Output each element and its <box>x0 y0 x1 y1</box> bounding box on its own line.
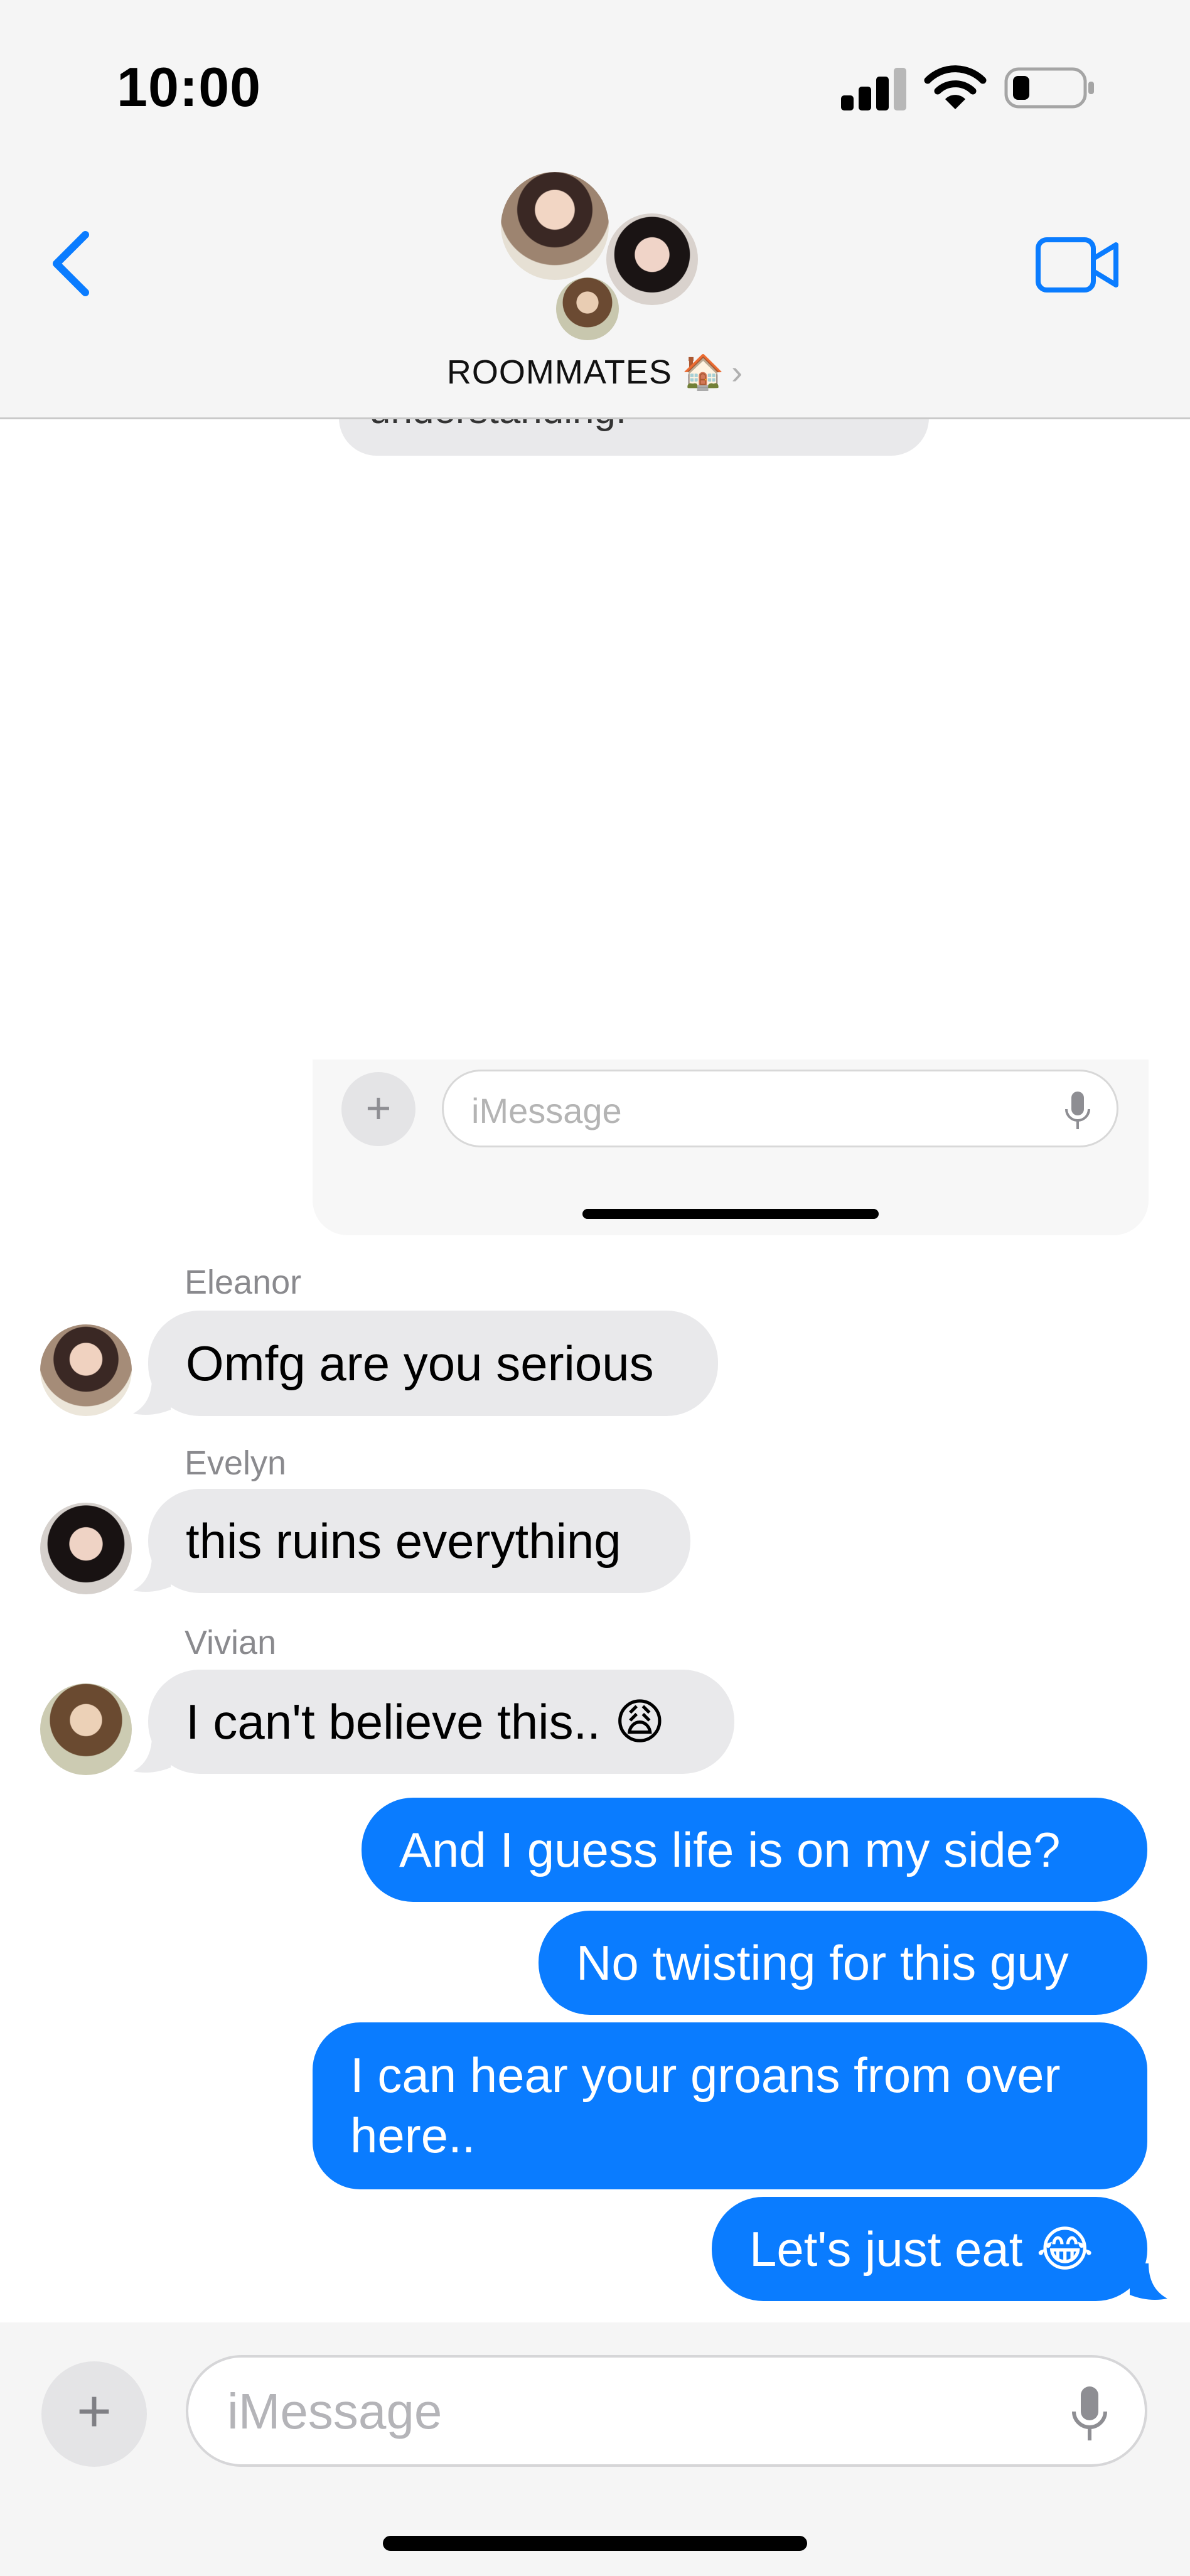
message-text: Omfg are you serious <box>186 1336 654 1391</box>
message-text: Let's just eat 😂 <box>749 2221 1094 2277</box>
message-input[interactable]: iMessage <box>186 2355 1147 2467</box>
microphone-icon <box>1065 1092 1090 1129</box>
group-name-label: ROOMMATES 🏠 <box>446 353 726 391</box>
back-chevron-icon[interactable] <box>44 226 100 301</box>
message-bubble-outgoing[interactable]: No twisting for this guy <box>539 1911 1147 2015</box>
avatar[interactable] <box>40 1683 132 1775</box>
sender-name: Evelyn <box>185 1444 287 1482</box>
message-composer: + iMessage <box>0 2322 1190 2576</box>
sender-name: Eleanor <box>185 1264 302 1301</box>
embedded-placeholder: iMessage <box>471 1091 622 1130</box>
avatar <box>606 213 698 305</box>
message-bubble-outgoing[interactable]: Let's just eat 😂 <box>712 2197 1147 2301</box>
video-camera-icon[interactable] <box>1034 233 1122 296</box>
wifi-icon <box>924 65 987 109</box>
cellular-signal-icon <box>841 68 906 110</box>
avatar[interactable] <box>40 1324 132 1416</box>
sender-name: Vivian <box>185 1624 277 1661</box>
avatar[interactable] <box>40 1503 132 1594</box>
bubble-tail <box>1130 2263 1167 2300</box>
message-text: No twisting for this guy <box>576 1935 1069 1990</box>
message-bubble-incoming[interactable]: this ruins everything <box>148 1489 690 1593</box>
embedded-message-field: iMessage <box>442 1070 1118 1147</box>
chevron-right-icon: › <box>731 353 744 391</box>
group-avatar-cluster[interactable] <box>496 169 703 345</box>
home-indicator <box>383 2536 807 2551</box>
message-bubble-outgoing[interactable]: And I guess life is on my side? <box>362 1798 1147 1902</box>
message-text: And I guess life is on my side? <box>399 1822 1061 1877</box>
home-indicator <box>582 1209 879 1219</box>
message-bubble-outgoing[interactable]: I can hear your groans from over here.. <box>313 2022 1147 2189</box>
group-title[interactable]: ROOMMATES 🏠 › <box>0 353 1190 392</box>
message-bubble-incoming[interactable]: I can't believe this.. 😩 <box>148 1670 734 1774</box>
avatar <box>556 277 619 340</box>
message-text: I can't believe this.. 😩 <box>186 1694 665 1749</box>
microphone-icon[interactable] <box>1071 2385 1108 2442</box>
add-attachment-button[interactable]: + <box>41 2361 147 2467</box>
avatar <box>501 172 609 280</box>
battery-icon <box>1004 67 1094 109</box>
message-bubble-incoming[interactable]: Omfg are you serious <box>148 1311 718 1416</box>
message-placeholder: iMessage <box>227 2383 442 2439</box>
embedded-screenshot-fragment: + iMessage <box>313 1060 1149 1235</box>
plus-icon: + <box>341 1072 415 1146</box>
message-text: this ruins everything <box>186 1513 621 1569</box>
status-time: 10:00 <box>117 56 262 118</box>
message-text: I can hear your groans from over here.. <box>350 2047 1061 2163</box>
conversation-header: 10:00 ROOMMATES 🏠 › <box>0 0 1190 419</box>
